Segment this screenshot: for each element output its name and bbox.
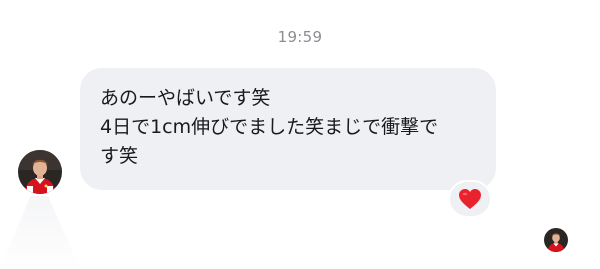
background-fade	[0, 196, 80, 269]
message-bubble[interactable]: あのーやばいです笑 4日で1cm伸びでました笑まじで衝撃で す笑	[80, 68, 496, 190]
red-heart-icon	[459, 189, 481, 209]
read-receipt-avatar	[544, 228, 568, 252]
message-timestamp: 19:59	[277, 28, 323, 46]
sender-avatar[interactable]	[18, 150, 62, 194]
reaction-badge[interactable]	[448, 180, 492, 218]
